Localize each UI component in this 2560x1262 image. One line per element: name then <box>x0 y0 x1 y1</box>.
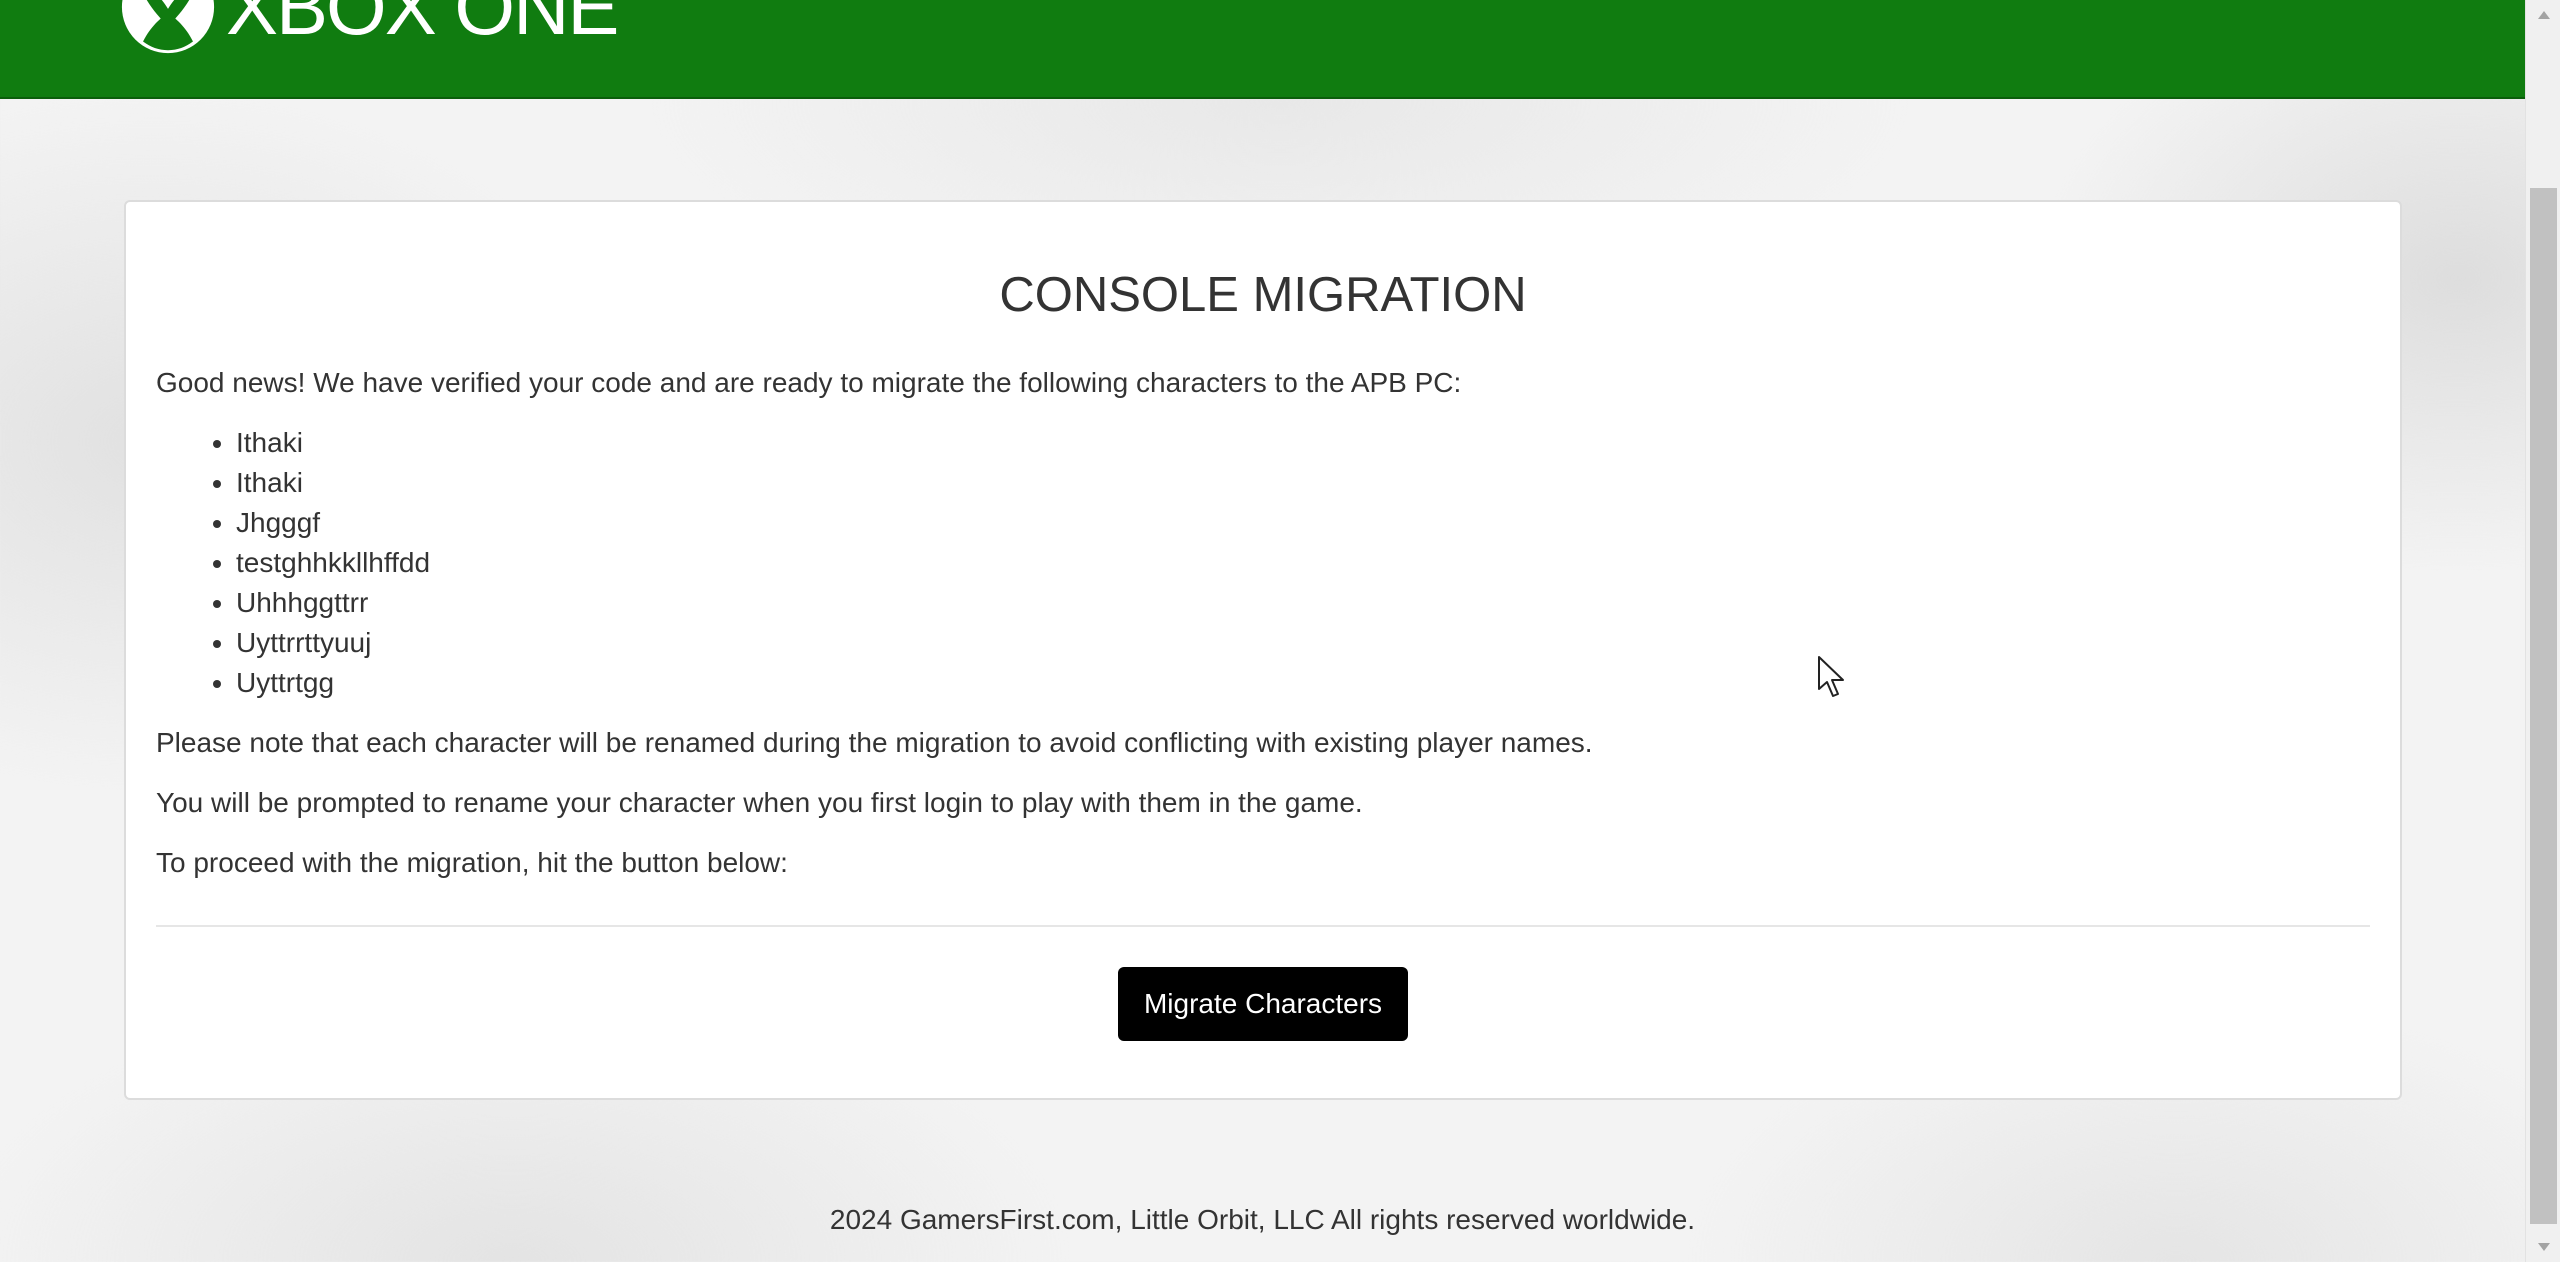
mouse-cursor-icon <box>1818 656 1844 697</box>
list-item: Uhhhggttrr <box>236 583 2370 623</box>
intro-text: Good news! We have verified your code an… <box>156 366 1462 398</box>
vertical-scrollbar[interactable] <box>2525 0 2560 1262</box>
character-list: Ithaki Ithaki Jhgggf testghhkkllhffdd Uh… <box>156 423 2370 703</box>
proceed-note: To proceed with the migration, hit the b… <box>156 846 788 878</box>
list-item: Uyttrrttyuuj <box>236 623 2370 663</box>
footer-copyright: 2024 GamersFirst.com, Little Orbit, LLC … <box>829 1204 1696 1235</box>
page-title: CONSOLE MIGRATION <box>999 268 1527 322</box>
login-note: You will be prompted to rename your char… <box>156 786 1363 818</box>
list-item: Uyttrtgg <box>236 663 2370 703</box>
list-item: Jhgggf <box>236 503 2370 543</box>
triangle-down-icon <box>2537 1243 2550 1251</box>
xbox-logo-icon <box>121 0 215 54</box>
scroll-up-arrow[interactable] <box>2526 0 2560 30</box>
brand-logo[interactable]: XBOX ONE <box>120 0 619 54</box>
scroll-down-arrow[interactable] <box>2526 1232 2560 1262</box>
list-item: testghhkkllhffdd <box>236 543 2370 583</box>
divider <box>156 924 2370 927</box>
migration-card: CONSOLE MIGRATION Good news! We have ver… <box>124 200 2402 1100</box>
migrate-characters-button[interactable]: Migrate Characters <box>1117 966 1409 1041</box>
brand-text: XBOX ONE <box>226 0 619 51</box>
triangle-up-icon <box>2537 11 2550 19</box>
header-bar: XBOX ONE <box>0 0 2525 99</box>
rename-note: Please note that each character will be … <box>156 726 1593 758</box>
list-item: Ithaki <box>236 423 2370 463</box>
button-row: Migrate Characters <box>156 966 2370 1041</box>
scroll-thumb[interactable] <box>2530 188 2557 1224</box>
list-item: Ithaki <box>236 463 2370 503</box>
